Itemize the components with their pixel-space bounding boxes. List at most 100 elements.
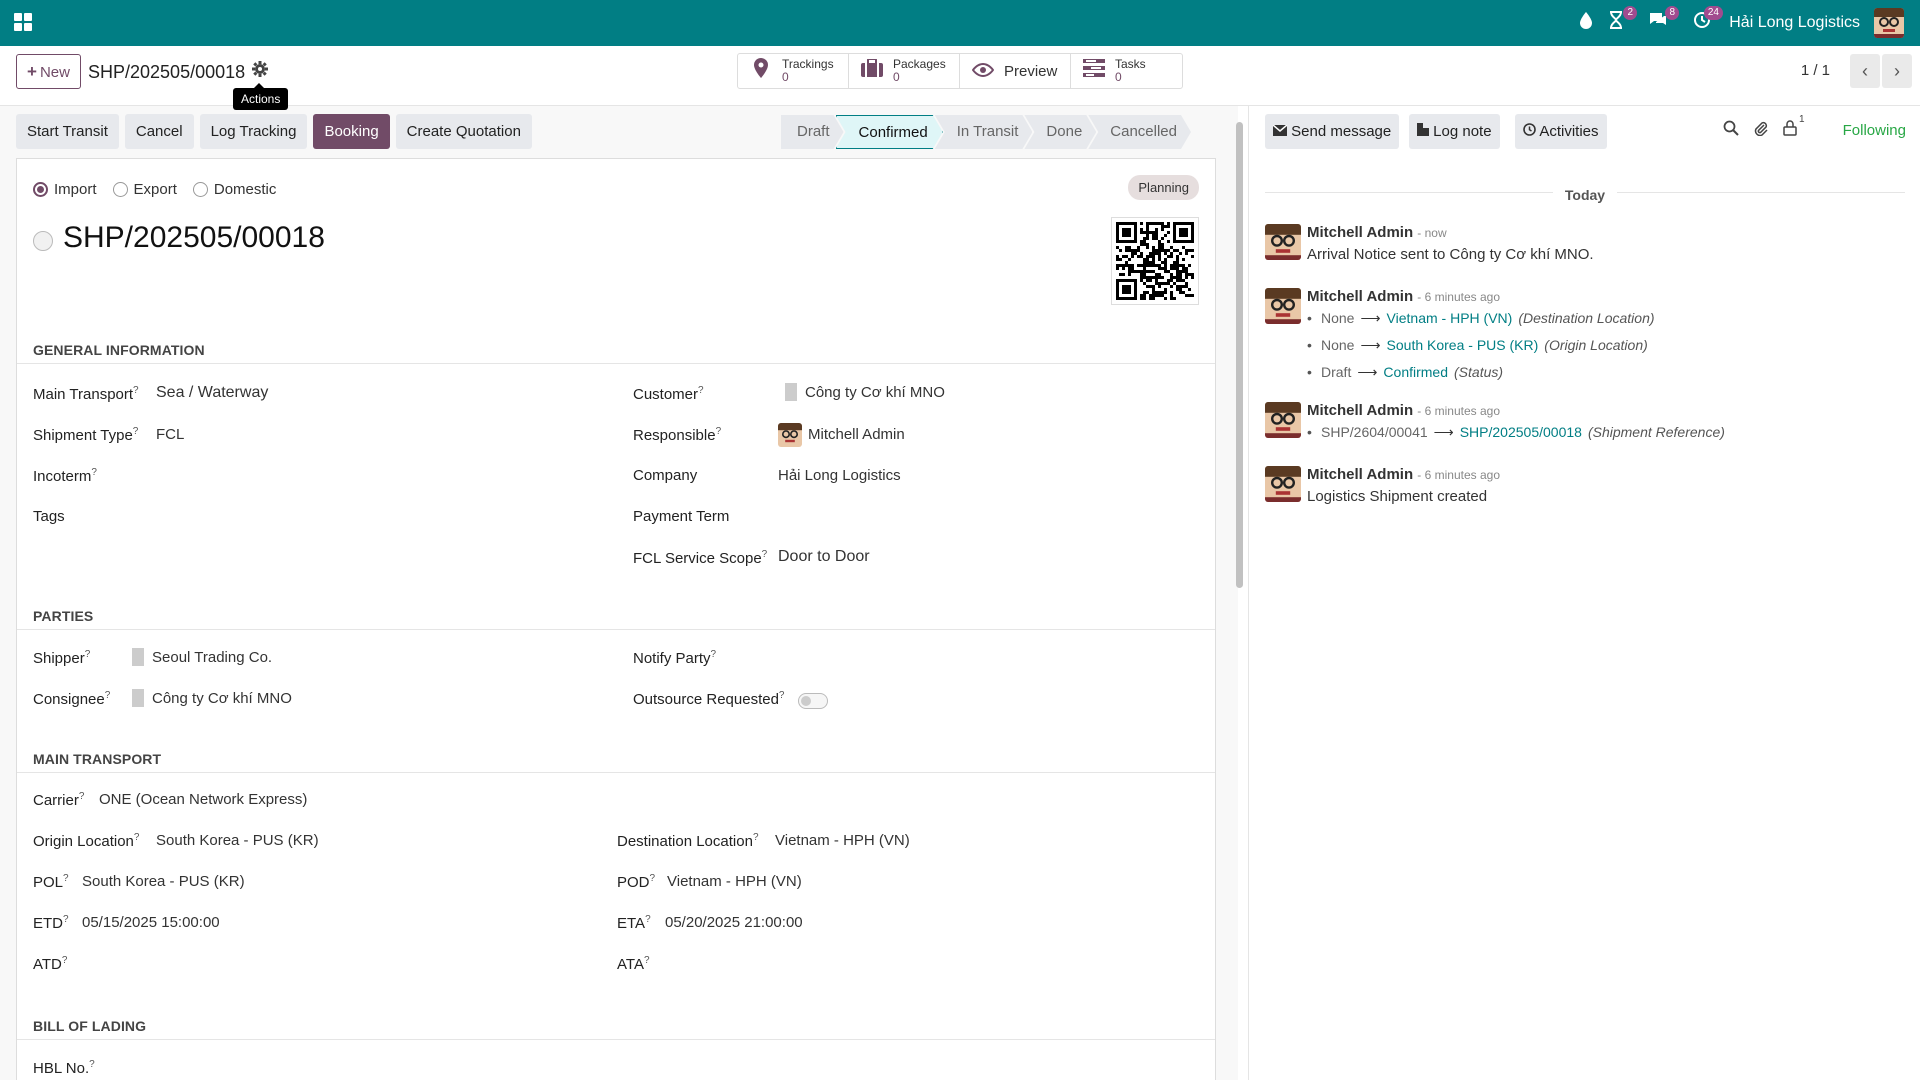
fcl-scope-label-text: FCL Service Scope [633,550,762,567]
building-icon [132,689,144,708]
log-tracking-button[interactable]: Log Tracking [199,114,308,149]
apps-menu-icon[interactable] [14,13,32,31]
chatter-panel: Send message Log note Activities 1 Follo… [1248,106,1920,1080]
user-avatar[interactable] [1874,8,1904,38]
radio-checked-icon [33,182,48,197]
eta-field[interactable]: 05/20/2025 21:00:00 [665,914,803,931]
message-author[interactable]: Mitchell Admin - 6 minutes ago [1307,402,1500,419]
record-name[interactable]: SHP/202505/00018 [63,221,325,255]
followers-lock-icon[interactable]: 1 [1783,114,1805,141]
gear-icon[interactable] [252,61,268,82]
consignee-field[interactable]: Công ty Cơ khí MNO [132,689,292,708]
origin-location-field[interactable]: South Korea - PUS (KR) [156,832,319,849]
create-quotation-button[interactable]: Create Quotation [395,114,532,149]
clock-icon[interactable]: 24 [1690,6,1723,35]
radio-export[interactable]: Export [112,181,177,198]
chevron-left-icon: ‹ [1862,61,1868,81]
message-body: Arrival Notice sent to Công ty Cơ khí MN… [1307,246,1594,263]
author-name: Mitchell Admin [1307,466,1414,483]
consignee-value: Công ty Cơ khí MNO [152,690,292,707]
message-author[interactable]: Mitchell Admin - 6 minutes ago [1307,288,1500,305]
author-name: Mitchell Admin [1307,224,1414,241]
carrier-label: Carrier? [33,791,85,809]
radio-domestic-label: Domestic [213,181,277,198]
hbl-no-label: HBL No.? [33,1059,95,1077]
log-note-button[interactable]: Log note [1409,114,1500,149]
envelope-icon [1272,123,1288,140]
direction-radio-group: Import Export Domestic [33,181,276,198]
pol-field[interactable]: South Korea - PUS (KR) [82,873,245,890]
pager-previous-button[interactable]: ‹ [1850,54,1880,88]
company-switcher[interactable]: Hải Long Logistics [1729,14,1860,32]
radio-domestic[interactable]: Domestic [192,181,277,198]
message-time: - 6 minutes ago [1417,404,1501,418]
send-message-button[interactable]: Send message [1265,114,1400,149]
planning-badge: Planning [1128,175,1199,200]
paperclip-icon[interactable] [1753,120,1769,141]
avatar [1265,224,1301,260]
company-field[interactable]: Hải Long Logistics [778,467,901,484]
destination-location-label: Destination Location? [617,832,759,850]
smart-buttons: Trackings 0 Packages 0 Preview Tasks 0 [737,53,1183,89]
drop-icon[interactable] [1574,11,1598,35]
form-scrollbar-thumb[interactable] [1236,122,1243,588]
building-icon [132,648,144,667]
stage-draft[interactable]: Draft [781,115,844,149]
new-button[interactable]: + New [16,54,81,89]
radio-import[interactable]: Import [33,181,97,198]
actions-tooltip: Actions [233,83,289,110]
shipment-type-field[interactable]: FCL [156,426,184,443]
preview-label: Preview [1004,62,1058,80]
pol-label: POL? [33,873,69,891]
section-divider [17,363,1215,364]
packages-smart-button[interactable]: Packages 0 [849,54,960,88]
stage-in-transit[interactable]: In Transit [935,115,1033,149]
carrier-field[interactable]: ONE (Ocean Network Express) [99,791,307,808]
booking-button[interactable]: Booking [313,114,390,149]
date-separator-label: Today [1552,187,1618,203]
ata-label: ATA? [617,955,650,973]
tasks-icon [1081,59,1107,83]
cancel-button[interactable]: Cancel [124,114,194,149]
etd-label-text: ETD [33,915,63,932]
preview-smart-button[interactable]: Preview [960,54,1071,88]
stage-cancelled[interactable]: Cancelled [1088,115,1191,149]
fcl-service-scope-label: FCL Service Scope? [633,549,768,567]
etd-field[interactable]: 05/15/2025 15:00:00 [82,914,220,931]
avatar [1265,402,1301,438]
stage-done[interactable]: Done [1024,115,1096,149]
pager-next-button[interactable]: › [1882,54,1912,88]
clock-icon [1523,123,1536,140]
search-icon[interactable] [1723,120,1739,141]
avatar [1265,466,1301,502]
log-note-label: Log note [1433,123,1492,140]
main-transport-field[interactable]: Sea / Waterway [156,384,268,402]
shipper-field[interactable]: Seoul Trading Co. [132,648,272,667]
tasks-smart-button[interactable]: Tasks 0 [1071,54,1182,88]
following-button[interactable]: Following [1843,122,1906,139]
trackings-label: Trackings [782,57,834,71]
tracking-value: None ⟶ South Korea - PUS (KR) (Origin Locat… [1307,337,1648,354]
priority-circle-icon[interactable] [33,231,53,251]
stage-confirmed[interactable]: Confirmed [836,115,943,149]
outsource-requested-toggle[interactable] [798,693,828,709]
pod-field[interactable]: Vietnam - HPH (VN) [667,873,802,890]
pager-value[interactable]: 1 / 1 [1801,62,1830,79]
fcl-service-scope-field[interactable]: Door to Door [778,548,870,566]
destination-location-field[interactable]: Vietnam - HPH (VN) [775,832,910,849]
new-value: South Korea - PUS (KR) [1386,337,1539,353]
pod-label: POD? [617,873,656,891]
new-button-label: New [39,64,70,81]
hourglass-icon[interactable]: 2 [1604,6,1637,35]
trackings-smart-button[interactable]: Trackings 0 [738,54,849,88]
customer-field[interactable]: Công ty Cơ khí MNO [785,383,945,402]
start-transit-button[interactable]: Start Transit [16,114,119,149]
chat-icon[interactable]: 8 [1646,6,1679,35]
map-marker-icon [748,58,774,84]
activities-button[interactable]: Activities [1515,114,1607,149]
message-author[interactable]: Mitchell Admin - now [1307,224,1447,241]
notify-party-label-text: Notify Party [633,650,711,667]
message-author[interactable]: Mitchell Admin - 6 minutes ago [1307,466,1500,483]
responsible-field[interactable]: Mitchell Admin [778,423,905,447]
status-stages: Draft Confirmed In Transit Done Cancelle… [781,115,1191,149]
